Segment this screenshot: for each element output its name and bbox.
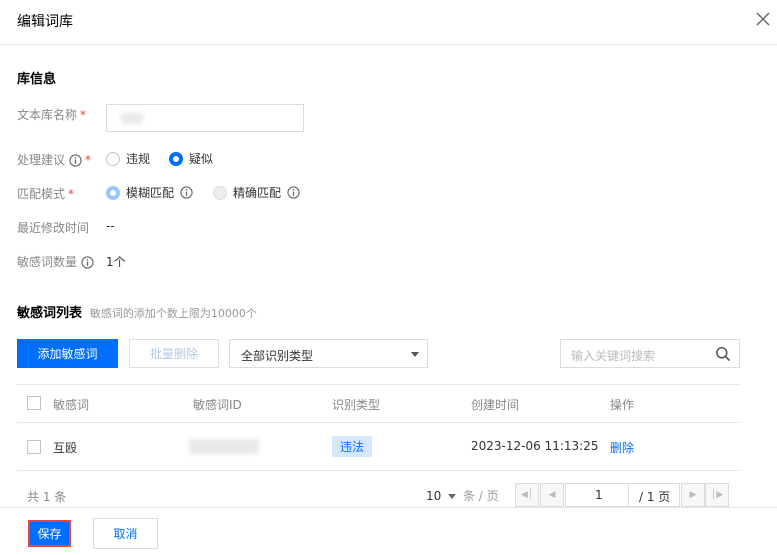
- column-header-word: 敏感词: [53, 398, 90, 412]
- section-title-lib-info: 库信息: [17, 72, 57, 87]
- word-list-hint: 敏感词的添加个数上限为10000个: [89, 307, 257, 320]
- dialog-header: [0, 0, 777, 45]
- library-name-input[interactable]: [106, 104, 304, 132]
- radio-suspected[interactable]: 疑似: [169, 150, 213, 167]
- info-icon[interactable]: [81, 256, 94, 269]
- close-icon[interactable]: [753, 9, 773, 29]
- column-header-action: 操作: [610, 398, 635, 412]
- table-bottom-border: [17, 470, 740, 471]
- count-value: 1个: [106, 255, 126, 269]
- radio-violation[interactable]: 违规: [106, 150, 150, 167]
- column-header-type: 识别类型: [332, 398, 381, 412]
- type-filter-value: 全部识别类型: [241, 349, 314, 363]
- add-word-button[interactable]: 添加敏感词: [17, 339, 118, 368]
- section-title-word-list: 敏感词列表: [17, 306, 83, 321]
- name-label: 文本库名称 *: [17, 108, 87, 122]
- modified-label: 最近修改时间: [17, 221, 90, 235]
- radio-circle: [106, 151, 120, 166]
- type-tag: 违法: [332, 436, 372, 457]
- last-page-icon[interactable]: │▶: [705, 483, 729, 507]
- delete-link[interactable]: 删除: [610, 439, 634, 456]
- radio-circle-disabled: [213, 185, 227, 200]
- column-header-created: 创建时间: [471, 398, 520, 412]
- radio-exact-match[interactable]: 精确匹配: [213, 184, 300, 201]
- chevron-down-icon: [448, 494, 457, 499]
- batch-delete-button[interactable]: 批量删除: [129, 339, 219, 368]
- blurred-value: [121, 113, 143, 124]
- save-button[interactable]: 保存: [28, 520, 71, 547]
- radio-fuzzy-match[interactable]: 模糊匹配: [106, 184, 193, 201]
- row-created-time: 2023-12-06 11:13:25: [471, 439, 599, 453]
- total-pages: / 1 页: [629, 483, 680, 507]
- page-size-unit: 条 / 页: [462, 489, 499, 503]
- search-placeholder: 输入关键词搜索: [571, 349, 656, 363]
- page-size-select[interactable]: 10 条 / 页: [426, 487, 499, 504]
- next-page-icon[interactable]: ▶: [681, 483, 705, 507]
- count-label: 敏感词数量: [17, 253, 94, 270]
- info-icon[interactable]: [180, 186, 193, 199]
- blurred-word-id: [189, 439, 259, 454]
- page-number-input[interactable]: 1: [565, 483, 629, 507]
- match-label: 匹配模式 *: [17, 187, 75, 201]
- row-word: 互殴: [53, 441, 78, 455]
- dialog-title: 编辑词库: [17, 14, 73, 30]
- chevron-down-icon: [411, 352, 419, 357]
- total-count: 共 1 条: [27, 490, 67, 504]
- row-checkbox[interactable]: [27, 440, 41, 454]
- column-header-id: 敏感词ID: [193, 398, 242, 412]
- word-list-header: 敏感词列表 敏感词的添加个数上限为10000个: [17, 302, 257, 321]
- info-icon[interactable]: [287, 186, 300, 199]
- search-icon[interactable]: [715, 346, 731, 362]
- cancel-button[interactable]: 取消: [93, 518, 158, 549]
- select-all-checkbox[interactable]: [27, 396, 41, 410]
- modified-value: --: [106, 219, 115, 233]
- table-top-border: [17, 384, 740, 385]
- suggestion-label: 处理建议 *: [17, 153, 92, 167]
- search-input[interactable]: 输入关键词搜索: [560, 339, 740, 368]
- required-mark: *: [80, 108, 87, 122]
- type-filter-select[interactable]: 全部识别类型: [229, 339, 428, 368]
- first-page-icon[interactable]: ◀│: [515, 483, 539, 507]
- info-icon[interactable]: [69, 154, 82, 167]
- radio-circle-selected: [169, 151, 183, 166]
- radio-circle-selected: [106, 185, 120, 200]
- prev-page-icon[interactable]: ◀: [540, 483, 564, 507]
